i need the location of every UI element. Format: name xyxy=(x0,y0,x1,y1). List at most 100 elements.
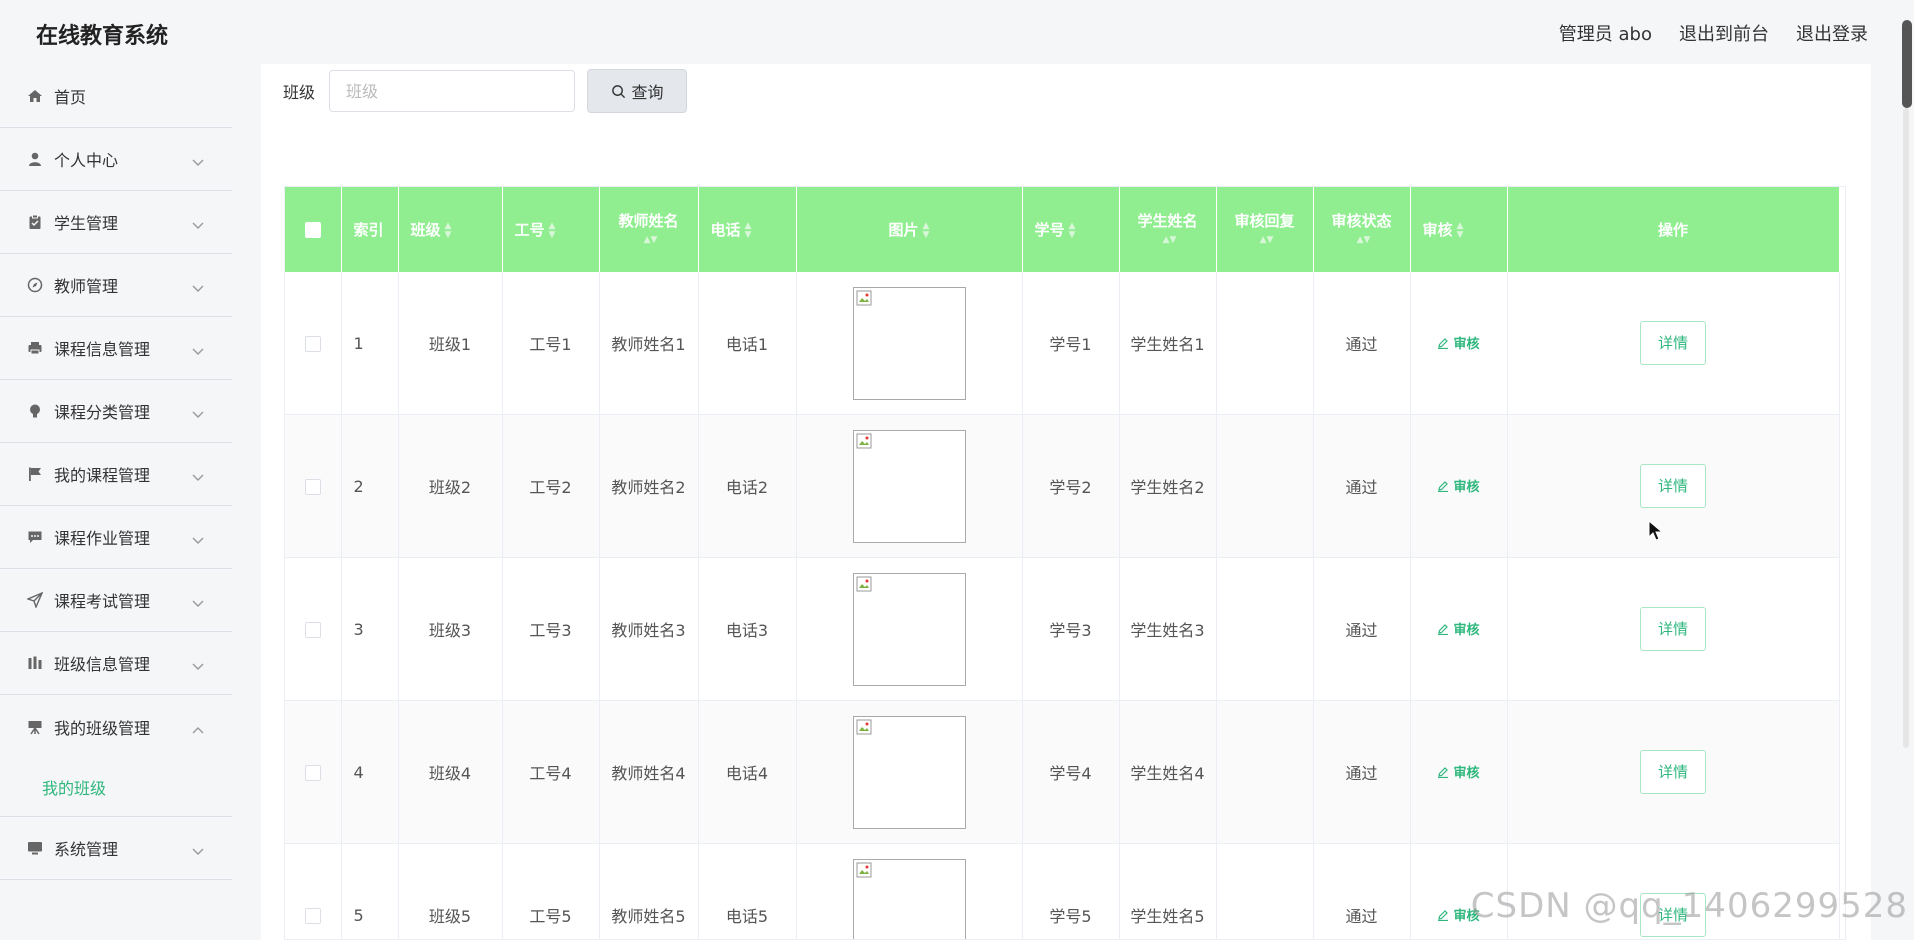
column-header-sortable[interactable]: 图片 ▲ ▼ xyxy=(796,187,1023,272)
row-select-cell[interactable] xyxy=(285,272,342,415)
class-cell: 班级3 xyxy=(398,557,503,701)
review-link[interactable]: 审核 xyxy=(1437,333,1480,352)
sidebar-item-student-management[interactable]: 学生管理 xyxy=(0,191,232,254)
class-cell: 班级5 xyxy=(398,843,503,939)
sidebar-item-class-info[interactable]: 班级信息管理 xyxy=(0,632,232,695)
edit-icon xyxy=(1438,480,1449,492)
page-scrollbar[interactable] xyxy=(1898,14,1914,748)
edit-icon xyxy=(1438,623,1449,635)
chevron-down-icon xyxy=(192,278,204,297)
sidebar-item-my-courses[interactable]: 我的课程管理 xyxy=(0,443,232,506)
index-cell: 4 xyxy=(341,700,399,844)
search-form: 班级 查询 xyxy=(283,68,688,114)
teacher-name-cell: 教师姓名3 xyxy=(599,557,699,701)
logout-link[interactable]: 退出登录 xyxy=(1796,20,1868,46)
sidebar-item-label: 我的班级管理 xyxy=(54,718,151,738)
sidebar-item-my-class[interactable]: 我的班级管理 xyxy=(0,695,232,758)
row-checkbox[interactable] xyxy=(304,336,321,352)
student-name-cell: 学生姓名3 xyxy=(1119,557,1217,701)
student-no-cell: 学号1 xyxy=(1022,272,1120,415)
select-all-checkbox[interactable] xyxy=(304,222,321,238)
select-all-header[interactable] xyxy=(285,187,342,272)
chevron-down-icon xyxy=(192,215,204,234)
row-select-cell[interactable] xyxy=(285,843,342,939)
review-link[interactable]: 审核 xyxy=(1437,619,1480,638)
sidebar-item-course-homework[interactable]: 课程作业管理 xyxy=(0,506,232,569)
student-name-cell: 学生姓名2 xyxy=(1119,414,1217,558)
chevron-down-icon xyxy=(192,593,204,612)
column-header-sortable[interactable]: 学生姓名 ▲▼ xyxy=(1119,187,1217,272)
review-reply-cell xyxy=(1216,414,1314,558)
column-header: 操作 xyxy=(1507,187,1840,272)
detail-button[interactable]: 详情 xyxy=(1640,607,1706,651)
row-select-cell[interactable] xyxy=(285,414,342,558)
sidebar-item-course-info[interactable]: 课程信息管理 xyxy=(0,317,232,380)
review-status-cell: 通过 xyxy=(1313,414,1411,558)
index-cell: 1 xyxy=(341,272,399,415)
row-select-cell[interactable] xyxy=(285,700,342,844)
scrollbar-thumb[interactable] xyxy=(1902,20,1912,108)
row-checkbox[interactable] xyxy=(304,765,321,781)
sidebar-item-personal-center[interactable]: 个人中心 xyxy=(0,128,232,191)
sidebar-item-label: 班级信息管理 xyxy=(54,655,151,674)
review-link[interactable]: 审核 xyxy=(1437,476,1480,495)
query-button[interactable]: 查询 xyxy=(587,69,688,113)
job-no-cell: 工号3 xyxy=(502,557,600,701)
row-checkbox[interactable] xyxy=(304,622,321,638)
review-link[interactable]: 审核 xyxy=(1437,762,1480,781)
sidebar-item-course-category[interactable]: 课程分类管理 xyxy=(0,380,232,443)
sidebar-item-system-management[interactable]: 系统管理 xyxy=(0,817,232,880)
class-search-input[interactable] xyxy=(329,70,576,112)
monitor-icon xyxy=(26,839,44,857)
sidebar-subitem-my-class[interactable]: 我的班级 xyxy=(0,758,232,817)
actions-cell: 详情 xyxy=(1507,272,1840,415)
mouse-cursor-icon xyxy=(1648,519,1664,546)
broken-image-icon xyxy=(856,433,871,448)
detail-button[interactable]: 详情 xyxy=(1640,464,1706,508)
scrollbar-track[interactable] xyxy=(1903,108,1909,748)
class-search-label: 班级 xyxy=(283,83,316,102)
column-header: 索引 xyxy=(341,187,399,272)
review-reply-cell xyxy=(1216,272,1314,415)
sidebar-item-home[interactable]: 首页 xyxy=(0,64,232,128)
teacher-name-cell: 教师姓名1 xyxy=(599,272,699,415)
edit-icon xyxy=(1438,337,1449,349)
detail-button[interactable]: 详情 xyxy=(1640,750,1706,794)
review-status-cell: 通过 xyxy=(1313,700,1411,844)
app-title: 在线教育系统 xyxy=(36,24,169,49)
sidebar-item-teacher-management[interactable]: 教师管理 xyxy=(0,254,232,317)
actions-cell: 详情 xyxy=(1507,414,1840,558)
chat-icon xyxy=(26,528,44,546)
column-header-sortable[interactable]: 教师姓名 ▲▼ xyxy=(599,187,699,272)
column-header-sortable[interactable]: 班级 ▲ ▼ xyxy=(398,187,503,272)
broken-image-placeholder xyxy=(852,286,966,400)
exit-to-front-link[interactable]: 退出到前台 xyxy=(1679,20,1769,46)
student-no-cell: 学号3 xyxy=(1022,557,1120,701)
column-header-sortable[interactable]: 审核状态 ▲▼ xyxy=(1313,187,1411,272)
review-cell: 审核 xyxy=(1410,272,1508,415)
class-cell: 班级2 xyxy=(398,414,503,558)
phone-cell: 电话2 xyxy=(698,414,797,558)
column-header-sortable[interactable]: 学号 ▲ ▼ xyxy=(1022,187,1120,272)
table-row: 2 班级2 工号2 教师姓名2 电话2 学号2 学生姓名2 通过 审核 详情 xyxy=(285,414,1840,558)
row-select-cell[interactable] xyxy=(285,557,342,701)
row-checkbox[interactable] xyxy=(304,908,321,924)
column-header-sortable[interactable]: 审核回复 ▲▼ xyxy=(1216,187,1314,272)
sidebar-item-course-exam[interactable]: 课程考试管理 xyxy=(0,569,232,632)
detail-button[interactable]: 详情 xyxy=(1640,321,1706,365)
review-status-cell: 通过 xyxy=(1313,272,1411,415)
compass-icon xyxy=(26,276,44,294)
column-header-sortable[interactable]: 工号 ▲ ▼ xyxy=(502,187,600,272)
column-header-sortable[interactable]: 电话 ▲ ▼ xyxy=(698,187,797,272)
printer-icon xyxy=(26,339,44,357)
sidebar-item-label: 教师管理 xyxy=(54,277,119,296)
actions-cell: 详情 xyxy=(1507,700,1840,844)
job-no-cell: 工号2 xyxy=(502,414,600,558)
sidebar-item-label: 课程分类管理 xyxy=(54,403,151,422)
sidebar-item-label: 课程作业管理 xyxy=(54,529,151,548)
actions-cell: 详情 xyxy=(1507,557,1840,701)
row-checkbox[interactable] xyxy=(304,479,321,495)
chevron-down-icon xyxy=(192,656,204,675)
table-header-row: 索引 班级 ▲ ▼ 工号 ▲ ▼ 教师姓名 ▲▼ 电话 ▲ ▼ 图片 ▲ ▼ 学号 ▲ ▼ 学生姓名 ▲… xyxy=(285,187,1840,272)
column-header-sortable[interactable]: 审核 ▲ ▼ xyxy=(1410,187,1508,272)
